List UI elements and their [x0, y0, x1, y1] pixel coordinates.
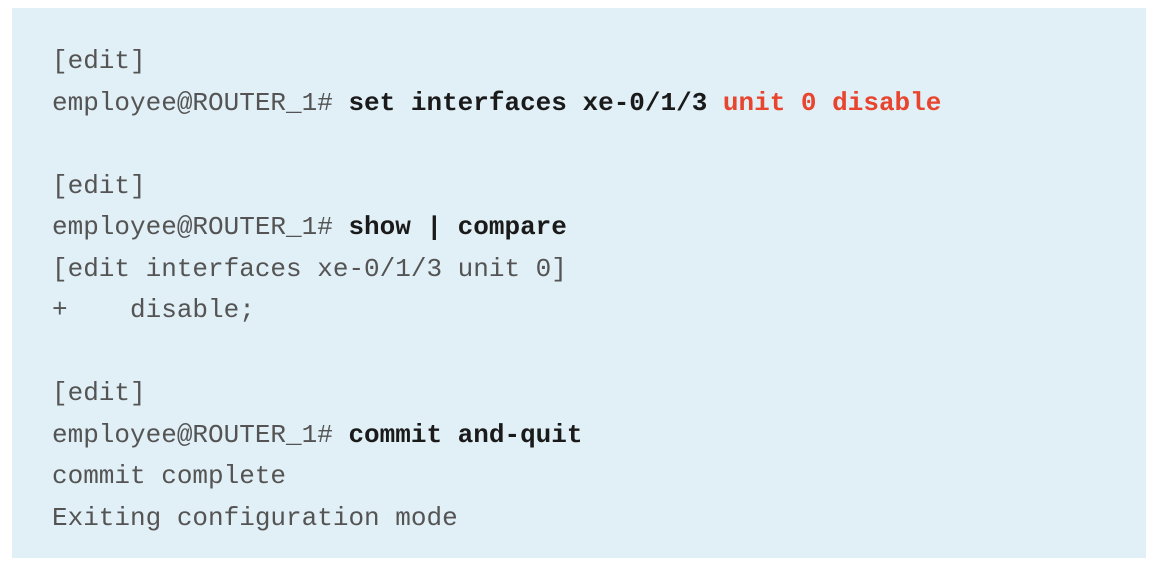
output-hierarchy-line: [edit interfaces xe-0/1/3 unit 0] [52, 249, 1146, 291]
show-compare-command: show | compare [348, 212, 567, 242]
output-hierarchy-text: [edit interfaces xe-0/1/3 unit 0] [52, 253, 567, 284]
output-exiting-text: Exiting configuration mode [52, 502, 458, 533]
highlighted-command-part: unit 0 disable [722, 87, 942, 118]
edit-context-text: [edit] [52, 170, 146, 201]
output-diff-text: + disable; [52, 295, 255, 325]
edit-context-line: [edit] [52, 373, 1146, 415]
cli-prompt: employee@ROUTER_1# [52, 212, 349, 242]
output-exiting-line: Exiting configuration mode [52, 498, 1146, 540]
edit-context-text: [edit] [52, 378, 146, 408]
output-diff-line: + disable; [52, 290, 1146, 332]
cli-code-block: [edit] employee@ROUTER_1# set interfaces… [12, 8, 1146, 558]
output-commit-complete-line: commit complete [52, 456, 1146, 498]
cli-prompt: employee@ROUTER_1# [52, 419, 349, 450]
command-line-set: employee@ROUTER_1# set interfaces xe-0/1… [52, 83, 1146, 125]
commit-command: commit and-quit [348, 419, 583, 450]
command-line-commit: employee@ROUTER_1# commit and-quit [52, 415, 1146, 457]
edit-context-line: [edit] [52, 41, 1146, 83]
output-commit-complete-text: commit complete [52, 461, 287, 491]
edit-context-text: [edit] [52, 46, 146, 76]
cli-prompt: employee@ROUTER_1# [52, 87, 349, 118]
command-line-show-compare: employee@ROUTER_1# show | compare [52, 207, 1146, 249]
set-command: set interfaces xe-0/1/3 [348, 87, 723, 118]
edit-context-line: [edit] [52, 166, 1146, 208]
